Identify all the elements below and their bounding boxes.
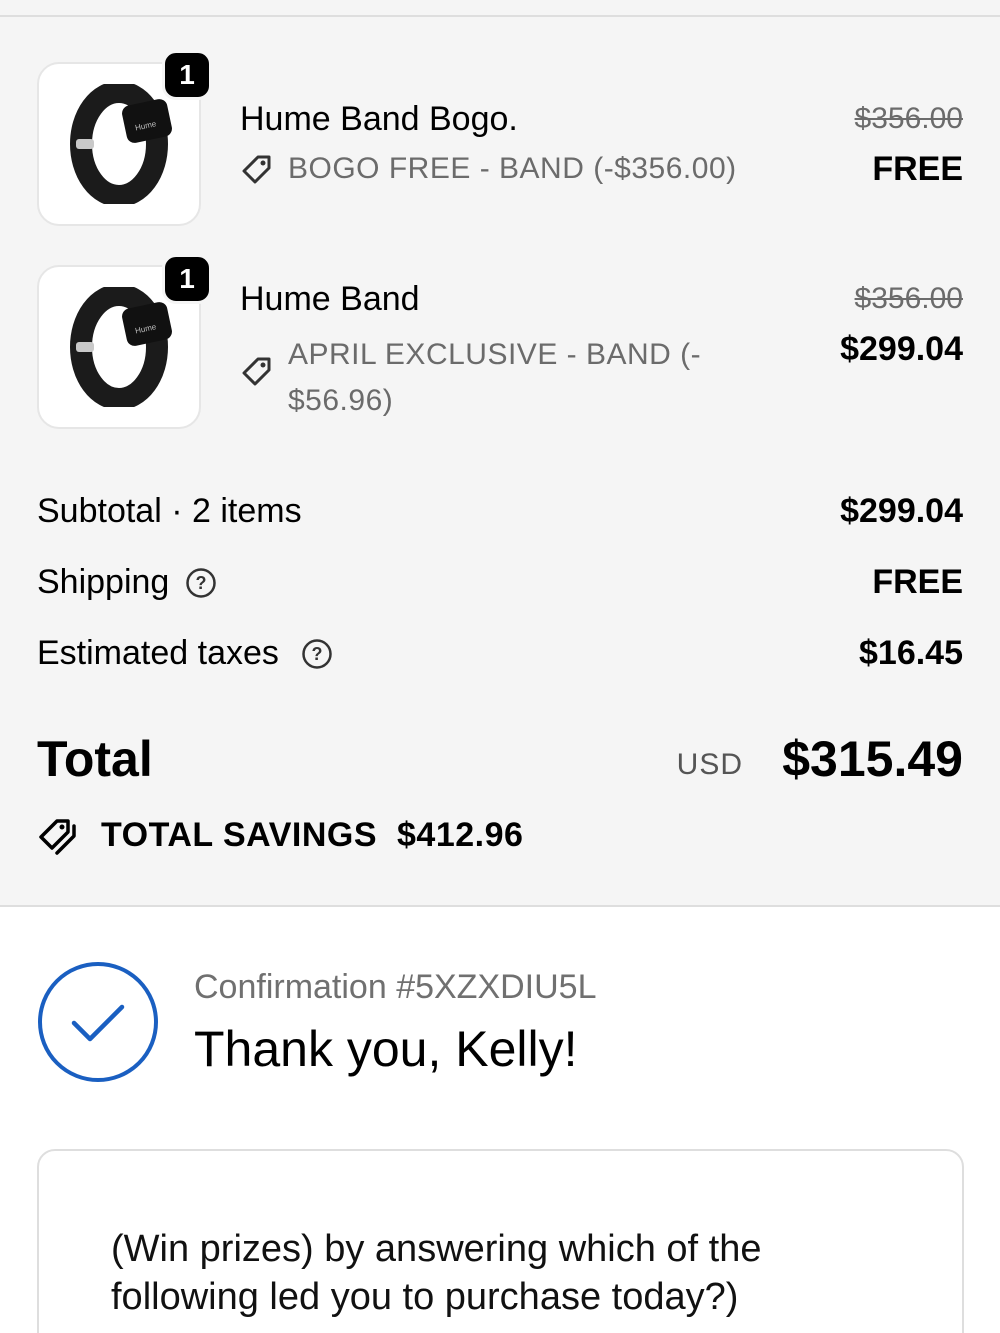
- discount-label: BOGO FREE - BAND (-$356.00): [288, 152, 737, 185]
- shipping-value: FREE: [872, 563, 963, 601]
- item-title: Hume Band Bogo.: [240, 100, 518, 138]
- taxes-label: Estimated taxes ?: [37, 634, 333, 673]
- subtotal-value: $299.04: [840, 492, 963, 530]
- subtotal-label-text: Subtotal · 2 items: [37, 492, 302, 530]
- divider: [0, 15, 1000, 17]
- help-icon[interactable]: ?: [185, 567, 217, 599]
- survey-prompt: (Win prizes) by answering which of the f…: [111, 1228, 762, 1318]
- band-image: Hume: [70, 287, 172, 407]
- tag-icon: [242, 155, 271, 184]
- original-price: $356.00: [854, 102, 963, 135]
- thank-you-heading: Thank you, Kelly!: [194, 1021, 578, 1077]
- subtotal-label: Subtotal · 2 items: [37, 492, 302, 531]
- discount-label-line2: $56.96): [288, 384, 394, 417]
- quantity-badge: 1: [162, 254, 212, 304]
- savings-amount: $412.96: [397, 815, 524, 854]
- discount-row: BOGO FREE - BAND (-$356.00): [240, 152, 737, 186]
- svg-text:?: ?: [311, 644, 322, 664]
- shipping-label-text: Shipping: [37, 563, 170, 601]
- final-price: FREE: [872, 150, 963, 188]
- discount-label: APRIL EXCLUSIVE - BAND (- $56.96): [288, 332, 701, 424]
- taxes-label-text: Estimated taxes: [37, 634, 279, 672]
- total-label: Total: [37, 731, 153, 787]
- confirmation-number: Confirmation #5XZXDIU5L: [194, 968, 597, 1006]
- tags-icon: [39, 819, 76, 855]
- taxes-value: $16.45: [859, 634, 963, 672]
- band-image: Hume: [70, 84, 172, 204]
- total-currency: USD: [676, 748, 743, 781]
- order-summary: Hume 1 Hume Band Bogo. BOGO FREE - BAND …: [0, 0, 1000, 906]
- svg-text:?: ?: [196, 573, 207, 593]
- check-circle-icon: [38, 962, 158, 1082]
- discount-row: APRIL EXCLUSIVE - BAND (- $56.96): [240, 332, 701, 424]
- divider: [0, 905, 1000, 907]
- item-title: Hume Band: [240, 280, 420, 318]
- original-price: $356.00: [854, 282, 963, 315]
- savings-label: TOTAL SAVINGS: [101, 815, 378, 854]
- tag-icon: [242, 357, 271, 386]
- final-price: $299.04: [840, 330, 963, 368]
- discount-label-line1: APRIL EXCLUSIVE - BAND (-: [288, 338, 702, 371]
- shipping-label: Shipping ?: [37, 563, 217, 602]
- quantity-badge: 1: [162, 50, 212, 100]
- help-icon[interactable]: ?: [301, 638, 333, 670]
- survey-card: (Win prizes) by answering which of the f…: [37, 1149, 964, 1333]
- total-amount: $315.49: [782, 731, 963, 787]
- total-savings: TOTAL SAVINGS $412.96: [37, 812, 523, 858]
